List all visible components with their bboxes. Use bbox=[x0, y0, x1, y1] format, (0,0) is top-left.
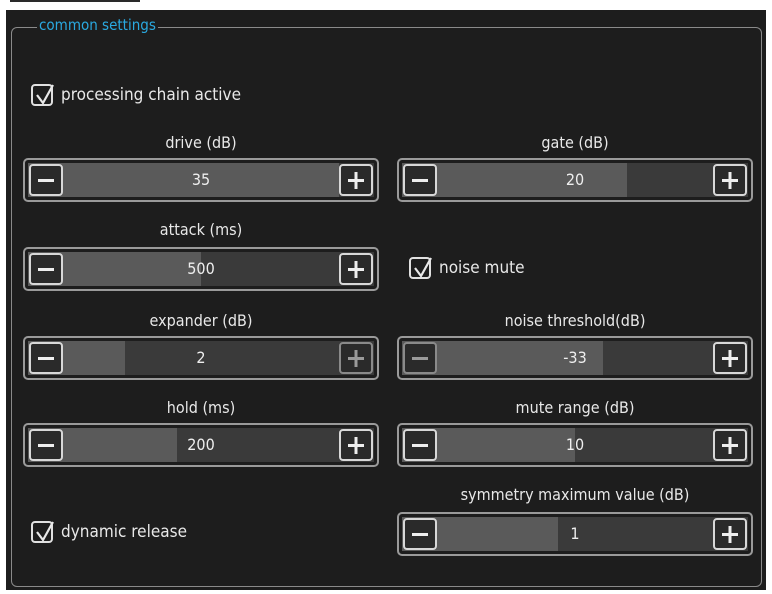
increment-button[interactable] bbox=[339, 253, 373, 285]
plus-icon bbox=[722, 172, 738, 189]
slider-track[interactable]: 1 bbox=[402, 517, 748, 551]
minus-icon bbox=[38, 357, 54, 360]
decrement-button[interactable] bbox=[403, 342, 437, 374]
minus-icon bbox=[412, 179, 428, 182]
dynamic-release-checkbox[interactable]: dynamic release bbox=[31, 519, 251, 547]
increment-button[interactable] bbox=[713, 429, 747, 461]
gate-spinbox[interactable]: 20 bbox=[397, 158, 753, 202]
settings-panel: common settings processing chain active … bbox=[6, 10, 766, 590]
slider-track[interactable]: 35 bbox=[28, 163, 374, 197]
symmetry-max-label: symmetry maximum value (dB) bbox=[460, 485, 690, 504]
plus-icon bbox=[722, 437, 738, 454]
window-edge bbox=[10, 0, 140, 2]
plus-icon bbox=[348, 437, 364, 454]
slider-track[interactable]: -33 bbox=[402, 341, 748, 375]
attack-spinbox[interactable]: 500 bbox=[23, 247, 379, 291]
increment-button[interactable] bbox=[713, 164, 747, 196]
drive-label: drive (dB) bbox=[165, 133, 237, 152]
decrement-button[interactable] bbox=[403, 164, 437, 196]
slider-value: 1 bbox=[570, 524, 580, 543]
minus-icon bbox=[38, 444, 54, 447]
hold-spinbox[interactable]: 200 bbox=[23, 423, 379, 467]
mute-range-spinbox[interactable]: 10 bbox=[397, 423, 753, 467]
increment-button[interactable] bbox=[339, 342, 373, 374]
checkbox-box bbox=[31, 521, 54, 543]
slider-track[interactable]: 20 bbox=[402, 163, 748, 197]
plus-icon bbox=[348, 261, 364, 278]
noise-threshold-label: noise threshold(dB) bbox=[504, 311, 646, 330]
minus-icon bbox=[412, 533, 428, 536]
noise-threshold-spinbox[interactable]: -33 bbox=[397, 336, 753, 380]
noise-mute-checkbox[interactable]: noise mute bbox=[409, 255, 609, 283]
increment-button[interactable] bbox=[339, 429, 373, 461]
checkmark-icon bbox=[36, 521, 54, 543]
checkbox-box bbox=[31, 84, 54, 106]
checkbox-label: dynamic release bbox=[61, 522, 187, 542]
slider-track[interactable]: 200 bbox=[28, 428, 374, 462]
checkbox-label: noise mute bbox=[439, 258, 525, 278]
symmetry-max-spinbox[interactable]: 1 bbox=[397, 512, 753, 556]
decrement-button[interactable] bbox=[29, 342, 63, 374]
mute-range-label: mute range (dB) bbox=[515, 398, 635, 417]
slider-value: 10 bbox=[565, 435, 585, 454]
checkmark-icon bbox=[414, 257, 432, 279]
plus-icon bbox=[722, 350, 738, 367]
increment-button[interactable] bbox=[713, 518, 747, 550]
checkmark-icon bbox=[36, 84, 54, 106]
decrement-button[interactable] bbox=[403, 429, 437, 461]
minus-icon bbox=[412, 357, 428, 360]
decrement-button[interactable] bbox=[29, 429, 63, 461]
decrement-button[interactable] bbox=[403, 518, 437, 550]
expander-spinbox[interactable]: 2 bbox=[23, 336, 379, 380]
slider-track[interactable]: 500 bbox=[28, 252, 374, 286]
slider-value: 35 bbox=[191, 170, 211, 189]
gate-label: gate (dB) bbox=[541, 133, 609, 152]
slider-track[interactable]: 2 bbox=[28, 341, 374, 375]
minus-icon bbox=[38, 179, 54, 182]
processing-chain-active-checkbox[interactable]: processing chain active bbox=[31, 82, 291, 110]
slider-value: 20 bbox=[565, 170, 585, 189]
slider-value: 200 bbox=[187, 435, 215, 454]
minus-icon bbox=[412, 444, 428, 447]
minus-icon bbox=[38, 268, 54, 271]
hold-label: hold (ms) bbox=[166, 398, 236, 417]
expander-label: expander (dB) bbox=[149, 311, 253, 330]
increment-button[interactable] bbox=[339, 164, 373, 196]
decrement-button[interactable] bbox=[29, 164, 63, 196]
slider-value: 2 bbox=[196, 348, 206, 367]
increment-button[interactable] bbox=[713, 342, 747, 374]
slider-value: 500 bbox=[187, 259, 215, 278]
slider-track[interactable]: 10 bbox=[402, 428, 748, 462]
checkbox-box bbox=[409, 257, 432, 279]
slider-value: -33 bbox=[563, 348, 587, 367]
drive-spinbox[interactable]: 35 bbox=[23, 158, 379, 202]
plus-icon bbox=[348, 350, 364, 367]
attack-label: attack (ms) bbox=[159, 220, 243, 239]
plus-icon bbox=[722, 526, 738, 543]
group-title: common settings bbox=[37, 14, 158, 36]
decrement-button[interactable] bbox=[29, 253, 63, 285]
checkbox-label: processing chain active bbox=[61, 85, 242, 105]
plus-icon bbox=[348, 172, 364, 189]
